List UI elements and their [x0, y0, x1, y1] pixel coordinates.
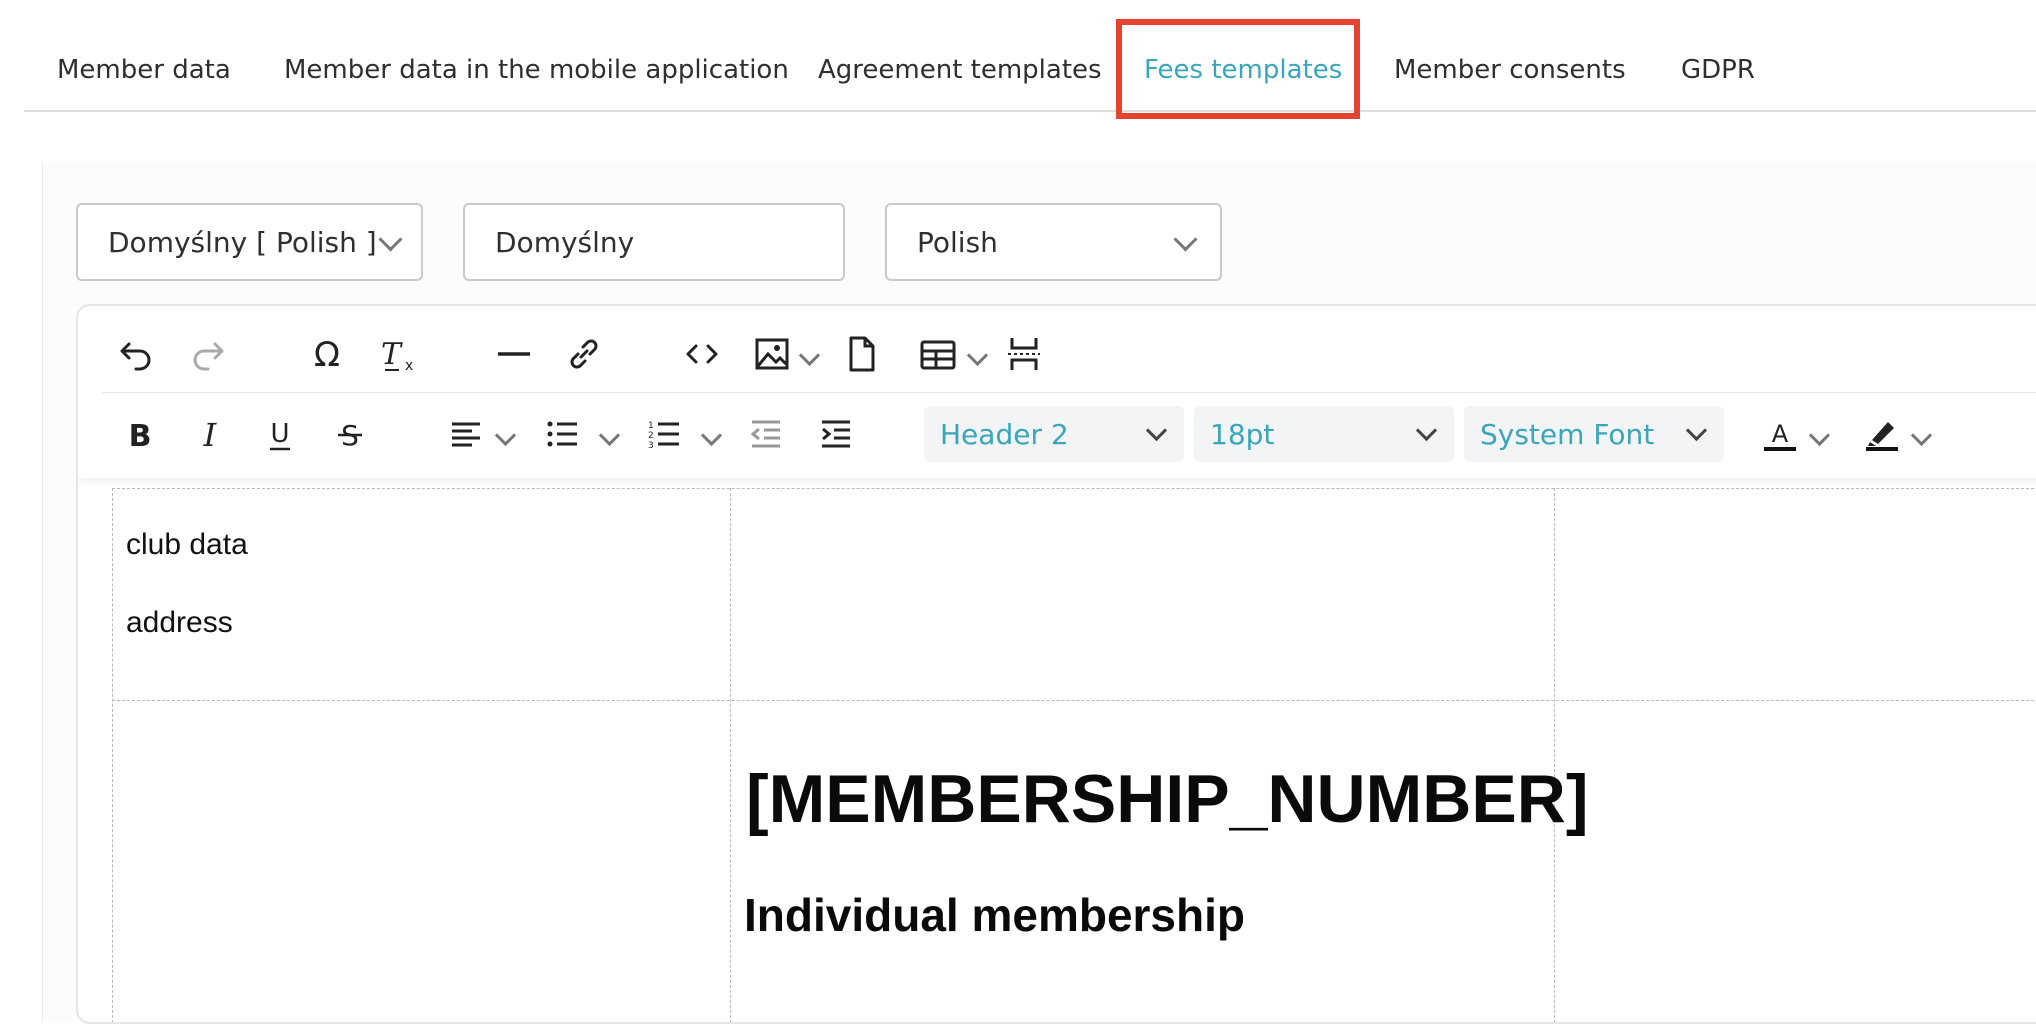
font-family-value: System Font: [1480, 417, 1655, 451]
image-icon[interactable]: [748, 330, 796, 378]
editor-content[interactable]: club data address [MEMBERSHIP_NUMBER] In…: [78, 478, 2036, 1022]
underline-icon[interactable]: U: [256, 410, 304, 458]
bullet-list-icon[interactable]: [538, 410, 586, 458]
align-icon[interactable]: [442, 410, 490, 458]
highlight-icon[interactable]: [1858, 410, 1906, 458]
block-format-select[interactable]: Header 2: [924, 406, 1184, 462]
template-select[interactable]: Domyślny [ Polish ]: [76, 203, 423, 281]
clear-formatting-icon[interactable]: Tx: [373, 330, 421, 378]
table-icon[interactable]: [914, 330, 962, 378]
chevron-down-icon: [1415, 419, 1438, 442]
bold-icon[interactable]: B: [116, 410, 164, 458]
table-border: [730, 488, 731, 1022]
language-select[interactable]: Polish: [885, 203, 1222, 281]
svg-text:A: A: [1772, 420, 1789, 448]
chevron-down-icon[interactable]: [1808, 424, 1831, 447]
template-name-value: Domyślny: [495, 225, 635, 259]
toolbar-divider: [102, 392, 2036, 393]
chevron-down-icon[interactable]: [598, 424, 621, 447]
page-break-icon[interactable]: [1000, 330, 1048, 378]
chevron-down-icon[interactable]: [798, 344, 821, 367]
outdent-icon[interactable]: [742, 410, 790, 458]
redo-icon[interactable]: [184, 330, 232, 378]
tab-member-data[interactable]: Member data: [57, 50, 231, 90]
chevron-down-icon: [1685, 419, 1708, 442]
svg-text:U: U: [270, 419, 289, 449]
table-border: [1554, 488, 1555, 1022]
source-code-icon[interactable]: [678, 330, 726, 378]
tab-gdpr[interactable]: GDPR: [1681, 50, 1755, 90]
svg-text:B: B: [129, 419, 152, 454]
undo-icon[interactable]: [112, 330, 160, 378]
svg-text:2: 2: [648, 431, 654, 441]
link-icon[interactable]: [560, 330, 608, 378]
membership-type-heading: Individual membership: [744, 889, 1245, 941]
template-select-value: Domyślny [ Polish ]: [108, 225, 377, 259]
italic-icon[interactable]: I: [186, 410, 234, 458]
language-select-value: Polish: [917, 225, 998, 259]
svg-text:I: I: [203, 416, 218, 454]
numbered-list-icon[interactable]: 123: [640, 410, 688, 458]
tab-divider: [24, 110, 2036, 112]
page-icon[interactable]: [838, 330, 886, 378]
font-family-select[interactable]: System Font: [1464, 406, 1724, 462]
tab-member-consents[interactable]: Member consents: [1394, 50, 1626, 90]
font-size-value: 18pt: [1210, 417, 1275, 451]
chevron-down-icon[interactable]: [1910, 424, 1933, 447]
chevron-down-icon: [378, 227, 403, 252]
svg-text:x: x: [405, 358, 413, 374]
tab-member-data-mobile[interactable]: Member data in the mobile application: [284, 50, 789, 90]
chevron-down-icon: [1145, 419, 1168, 442]
svg-text:Ω: Ω: [314, 335, 340, 374]
chevron-down-icon: [1173, 227, 1198, 252]
chevron-down-icon[interactable]: [966, 344, 989, 367]
special-character-icon[interactable]: Ω: [303, 330, 351, 378]
chevron-down-icon[interactable]: [700, 424, 723, 447]
indent-icon[interactable]: [812, 410, 860, 458]
club-data-text: club data: [126, 528, 248, 561]
membership-number-heading: [MEMBERSHIP_NUMBER]: [746, 761, 1589, 837]
table-border: [112, 488, 113, 1022]
tab-agreement-templates[interactable]: Agreement templates: [818, 50, 1102, 90]
template-name-input[interactable]: Domyślny: [463, 203, 845, 281]
block-format-value: Header 2: [940, 417, 1069, 451]
highlight-box: [1116, 19, 1360, 119]
svg-text:T: T: [381, 337, 403, 372]
chevron-down-icon[interactable]: [494, 424, 517, 447]
strikethrough-icon[interactable]: S: [326, 410, 374, 458]
table-border: [112, 700, 2036, 701]
horizontal-line-icon[interactable]: [490, 330, 538, 378]
table-border: [112, 488, 2036, 489]
svg-text:3: 3: [648, 441, 654, 451]
editor-toolbar: Ω Tx B I U S 1 2 3 Header 2 18pt System …: [78, 306, 2036, 478]
svg-text:1: 1: [648, 421, 654, 431]
text-color-icon[interactable]: A: [1756, 410, 1804, 458]
rich-text-editor: Ω Tx B I U S 1 2 3 Header 2 18pt System …: [76, 304, 2036, 1024]
font-size-select[interactable]: 18pt: [1194, 406, 1454, 462]
address-text: address: [126, 606, 233, 639]
tab-bar: Member data Member data in the mobile ap…: [0, 0, 2036, 119]
